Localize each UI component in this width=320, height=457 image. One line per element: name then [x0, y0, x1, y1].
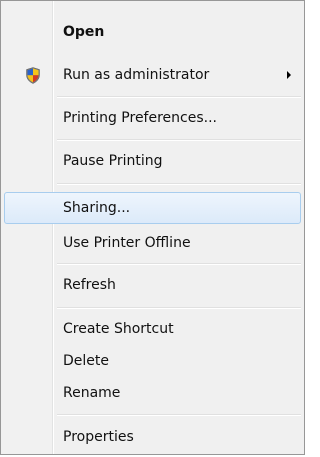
- menu-item-label: Create Shortcut: [63, 321, 174, 337]
- menu-item-pause-printing[interactable]: Pause Printing: [4, 145, 301, 177]
- menu-item-label: Rename: [63, 385, 121, 401]
- menu-separator: [57, 307, 301, 309]
- menu-item-open[interactable]: Open: [4, 16, 301, 48]
- context-menu: Open Run as administrator Printing Prefe…: [0, 0, 305, 455]
- menu-separator: [57, 96, 301, 98]
- menu-separator: [57, 414, 301, 416]
- menu-item-label: Properties: [63, 429, 134, 445]
- menu-item-label: Sharing...: [63, 200, 131, 216]
- menu-item-label: Delete: [63, 353, 109, 369]
- menu-item-create-shortcut[interactable]: Create Shortcut: [4, 313, 301, 345]
- menu-item-printing-preferences[interactable]: Printing Preferences...: [4, 102, 301, 134]
- menu-item-run-as-administrator[interactable]: Run as administrator: [4, 59, 301, 91]
- uac-shield-icon: [26, 67, 40, 84]
- menu-separator: [57, 263, 301, 265]
- menu-item-properties[interactable]: Properties: [4, 421, 301, 453]
- menu-item-refresh[interactable]: Refresh: [4, 269, 301, 301]
- menu-item-label: Refresh: [63, 277, 116, 293]
- menu-separator: [57, 183, 301, 185]
- menu-separator: [57, 139, 301, 141]
- menu-item-label: Use Printer Offline: [63, 235, 191, 251]
- menu-item-delete[interactable]: Delete: [4, 345, 301, 377]
- menu-item-label: Printing Preferences...: [63, 110, 217, 126]
- submenu-arrow-icon: [287, 71, 291, 79]
- menu-item-use-printer-offline[interactable]: Use Printer Offline: [4, 227, 301, 259]
- menu-item-rename[interactable]: Rename: [4, 377, 301, 409]
- menu-item-label: Open: [63, 24, 105, 40]
- menu-item-label: Pause Printing: [63, 153, 163, 169]
- menu-item-sharing[interactable]: Sharing...: [4, 192, 301, 224]
- menu-item-label: Run as administrator: [63, 67, 210, 83]
